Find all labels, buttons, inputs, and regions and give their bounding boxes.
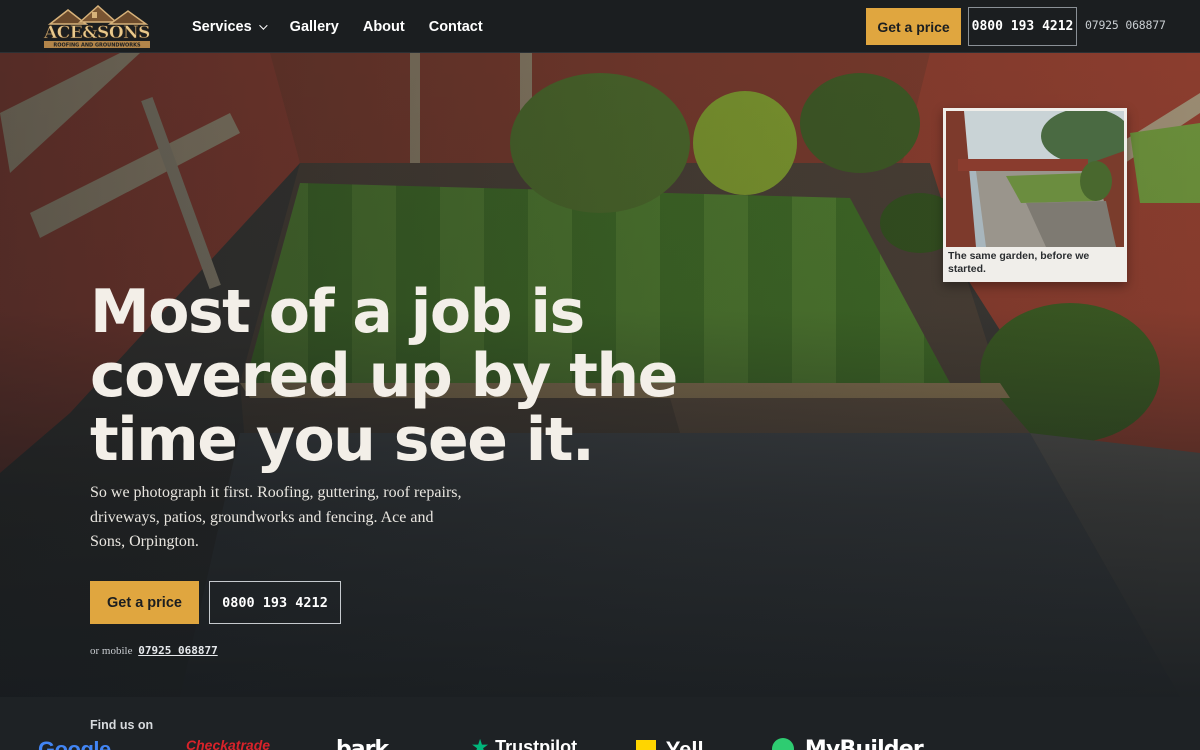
bark-wordmark: bark (336, 737, 389, 750)
site-header: ACE&SONS ROOFING AND GROUNDWORKS Service… (0, 0, 1200, 53)
nav-services[interactable]: Services (192, 18, 268, 35)
find-us-title: Find us on (90, 718, 154, 732)
trustpilot-wordmark: Trustpilot (495, 737, 578, 750)
header-phone-button[interactable]: 0800 193 4212 (968, 7, 1077, 46)
google-logo[interactable]: Google (38, 737, 111, 750)
nav-about-label: About (362, 18, 405, 35)
yell-logo[interactable]: Yell (636, 737, 704, 750)
before-photo-caption: The same garden, before we started. (948, 250, 1090, 275)
mybuilder-wordmark: MyBuilder (804, 737, 924, 750)
mybuilder-logo[interactable]: MyBuilder (772, 737, 924, 750)
nav-about[interactable]: About (363, 19, 405, 35)
hero-headline: Most of a job is covered up by the time … (90, 277, 678, 475)
mybuilder-icon (772, 738, 794, 750)
main-nav: Services Gallery About Contact (192, 0, 483, 53)
before-photo-card: The same garden, before we started. (943, 108, 1127, 282)
yell-wordmark: Yell (665, 737, 704, 750)
trustpilot-logo[interactable]: ★ Trustpilot (472, 737, 577, 750)
chevron-down-icon (258, 20, 268, 30)
mobile-prefix: or mobile (90, 645, 133, 657)
hero-subcopy: So we photograph it first. Roofing, gutt… (90, 484, 462, 550)
nav-contact-label: Contact (428, 18, 483, 35)
nav-contact[interactable]: Contact (429, 19, 483, 35)
hero-mobile-line: or mobile 07925 068877 (90, 644, 218, 657)
hero-get-price-button[interactable]: Get a price (90, 581, 199, 624)
hero-section: The same garden, before we started. Most… (0, 53, 1200, 697)
ace-and-sons-logo[interactable]: ACE&SONS ROOFING AND GROUNDWORKS (40, 4, 154, 50)
header-get-price-button[interactable]: Get a price (866, 8, 961, 45)
nav-gallery-label: Gallery (289, 18, 339, 35)
google-wordmark: Google (38, 737, 111, 750)
find-us-strip: Find us on Google Checkatrade bark ★ Tru… (0, 697, 1200, 750)
yell-icon (636, 740, 656, 750)
logo-wordmark: ACE&SONS (43, 23, 150, 43)
hero-mobile-link[interactable]: 07925 068877 (138, 644, 217, 657)
bark-logo[interactable]: bark (336, 737, 389, 750)
trustpilot-star-icon: ★ (472, 737, 489, 750)
checkatrade-wordmark: Checkatrade (186, 737, 271, 750)
logo-subtext: ROOFING AND GROUNDWORKS (53, 43, 141, 49)
hero-phone-button[interactable]: 0800 193 4212 (209, 581, 341, 624)
nav-gallery[interactable]: Gallery (290, 19, 339, 35)
nav-services-label: Services (192, 18, 252, 35)
checkatrade-logo[interactable]: Checkatrade (186, 737, 270, 750)
header-mobile-link[interactable]: 07925 068877 (1085, 18, 1166, 32)
before-photo (946, 111, 1124, 247)
